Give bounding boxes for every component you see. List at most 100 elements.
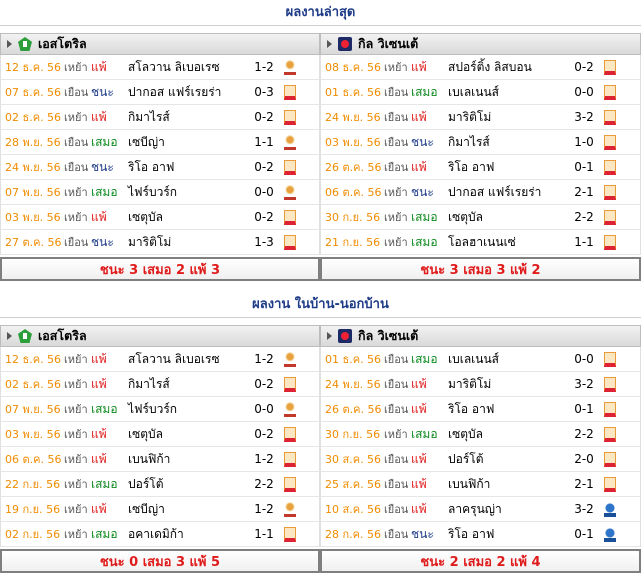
opponent-name[interactable]: สโลวาน ลิเบอเรซ (128, 58, 220, 77)
match-row[interactable]: 07 พ.ย. 56 เหย้า เสมอ ไฟร์บวร์ก 0-0 (0, 180, 320, 205)
match-score[interactable]: 1-0 (569, 135, 599, 149)
match-row[interactable]: 12 ธ.ค. 56 เหย้า แพ้ สโลวาน ลิเบอเรซ 1-2 (0, 55, 320, 80)
opponent-name[interactable]: โอลฮาเนนเซ่ (448, 233, 516, 252)
match-row[interactable]: 06 ต.ค. 56 เหย้า ชนะ ปากอส แฟร์เรยร่า 2-1 (320, 180, 641, 205)
match-row[interactable]: 24 พ.ย. 56 เยือน แพ้ มาริติโม่ 3-2 (320, 105, 641, 130)
opponent-name[interactable]: ริโอ อาฟ (448, 158, 494, 177)
opponent-name[interactable]: ริโอ อาฟ (448, 400, 494, 419)
team-header[interactable]: กิล วิเซนเต้ (320, 325, 641, 347)
match-row[interactable]: 27 ต.ค. 56 เยือน ชนะ มาริติโม่ 1-3 (0, 230, 320, 255)
match-row[interactable]: 21 ก.ย. 56 เหย้า เสมอ โอลฮาเนนเซ่ 1-1 (320, 230, 641, 255)
match-score[interactable]: 0-1 (569, 402, 599, 416)
match-score[interactable]: 2-2 (569, 427, 599, 441)
opponent-name[interactable]: เบนฟิก้า (128, 450, 170, 469)
opponent-name[interactable]: เซตุบัล (448, 425, 483, 444)
match-score[interactable]: 0-1 (569, 527, 599, 541)
opponent-name[interactable]: อคาเดมิก้า (128, 525, 184, 544)
match-row[interactable]: 26 ต.ค. 56 เยือน แพ้ ริโอ อาฟ 0-1 (320, 397, 641, 422)
match-score[interactable]: 0-3 (249, 85, 279, 99)
match-score[interactable]: 1-1 (249, 135, 279, 149)
match-score[interactable]: 2-2 (249, 477, 279, 491)
match-row[interactable]: 07 พ.ย. 56 เหย้า เสมอ ไฟร์บวร์ก 0-0 (0, 397, 320, 422)
opponent-name[interactable]: สปอร์ติ้ง ลิสบอน (448, 58, 532, 77)
opponent-name[interactable]: ปากอส แฟร์เรยร่า (128, 83, 221, 102)
match-row[interactable]: 24 พ.ย. 56 เยือน ชนะ ริโอ อาฟ 0-2 (0, 155, 320, 180)
opponent-name[interactable]: สโลวาน ลิเบอเรซ (128, 350, 220, 369)
match-score[interactable]: 1-2 (249, 502, 279, 516)
opponent-name[interactable]: มาริติโม่ (128, 233, 171, 252)
match-score[interactable]: 0-2 (249, 210, 279, 224)
opponent-name[interactable]: กิมาไรส์ (128, 108, 170, 127)
match-row[interactable]: 30 ส.ค. 56 เยือน แพ้ ปอร์โต้ 2-0 (320, 447, 641, 472)
opponent-name[interactable]: ลาครุนญ่า (448, 500, 502, 519)
match-score[interactable]: 1-2 (249, 60, 279, 74)
match-row[interactable]: 03 พ.ย. 56 เหย้า แพ้ เซตุบัล 0-2 (0, 422, 320, 447)
match-score[interactable]: 3-2 (569, 110, 599, 124)
match-row[interactable]: 24 พ.ย. 56 เยือน แพ้ มาริติโม่ 3-2 (320, 372, 641, 397)
opponent-name[interactable]: เซบีญ่า (128, 500, 165, 519)
opponent-name[interactable]: เบนฟิก้า (448, 475, 490, 494)
match-row[interactable]: 25 ส.ค. 56 เยือน แพ้ เบนฟิก้า 2-1 (320, 472, 641, 497)
match-score[interactable]: 0-0 (249, 402, 279, 416)
match-score[interactable]: 3-2 (569, 502, 599, 516)
opponent-name[interactable]: ปอร์โต้ (128, 475, 164, 494)
opponent-name[interactable]: มาริติโม่ (448, 375, 491, 394)
expand-arrow-icon[interactable] (327, 332, 332, 340)
match-row[interactable]: 28 ก.ค. 56 เยือน ชนะ ริโอ อาฟ 0-1 (320, 522, 641, 547)
match-score[interactable]: 0-0 (569, 352, 599, 366)
match-row[interactable]: 26 ต.ค. 56 เยือน แพ้ ริโอ อาฟ 0-1 (320, 155, 641, 180)
match-score[interactable]: 1-2 (249, 452, 279, 466)
expand-arrow-icon[interactable] (7, 40, 12, 48)
opponent-name[interactable]: เบเลเนนส์ (448, 83, 499, 102)
expand-arrow-icon[interactable] (327, 40, 332, 48)
team-header[interactable]: เอสโตริล (0, 33, 320, 55)
match-row[interactable]: 03 พ.ย. 56 เหย้า แพ้ เซตุบัล 0-2 (0, 205, 320, 230)
match-row[interactable]: 02 ธ.ค. 56 เหย้า แพ้ กิมาไรส์ 0-2 (0, 372, 320, 397)
match-row[interactable]: 22 ก.ย. 56 เหย้า เสมอ ปอร์โต้ 2-2 (0, 472, 320, 497)
match-row[interactable]: 30 ก.ย. 56 เหย้า เสมอ เซตุบัล 2-2 (320, 205, 641, 230)
match-score[interactable]: 0-2 (249, 160, 279, 174)
opponent-name[interactable]: กิมาไรส์ (448, 133, 490, 152)
match-row[interactable]: 12 ธ.ค. 56 เหย้า แพ้ สโลวาน ลิเบอเรซ 1-2 (0, 347, 320, 372)
match-score[interactable]: 0-2 (249, 427, 279, 441)
match-score[interactable]: 0-2 (249, 110, 279, 124)
match-score[interactable]: 0-2 (249, 377, 279, 391)
match-score[interactable]: 2-0 (569, 452, 599, 466)
match-row[interactable]: 03 พ.ย. 56 เยือน ชนะ กิมาไรส์ 1-0 (320, 130, 641, 155)
opponent-name[interactable]: ริโอ อาฟ (448, 525, 494, 544)
match-score[interactable]: 0-2 (569, 60, 599, 74)
opponent-name[interactable]: ปอร์โต้ (448, 450, 484, 469)
match-row[interactable]: 01 ธ.ค. 56 เยือน เสมอ เบเลเนนส์ 0-0 (320, 347, 641, 372)
team-header[interactable]: เอสโตริล (0, 325, 320, 347)
match-score[interactable]: 2-1 (569, 185, 599, 199)
expand-arrow-icon[interactable] (7, 332, 12, 340)
match-score[interactable]: 2-1 (569, 477, 599, 491)
match-row[interactable]: 02 ธ.ค. 56 เหย้า แพ้ กิมาไรส์ 0-2 (0, 105, 320, 130)
opponent-name[interactable]: เซตุบัล (128, 208, 163, 227)
team-header[interactable]: กิล วิเซนเต้ (320, 33, 641, 55)
match-row[interactable]: 07 ธ.ค. 56 เยือน ชนะ ปากอส แฟร์เรยร่า 0-3 (0, 80, 320, 105)
match-score[interactable]: 1-3 (249, 235, 279, 249)
match-row[interactable]: 02 ก.ย. 56 เหย้า เสมอ อคาเดมิก้า 1-1 (0, 522, 320, 547)
match-score[interactable]: 1-1 (249, 527, 279, 541)
match-score[interactable]: 0-0 (249, 185, 279, 199)
match-score[interactable]: 1-1 (569, 235, 599, 249)
opponent-name[interactable]: ปากอส แฟร์เรยร่า (448, 183, 541, 202)
opponent-name[interactable]: เบเลเนนส์ (448, 350, 499, 369)
match-row[interactable]: 06 ต.ค. 56 เหย้า แพ้ เบนฟิก้า 1-2 (0, 447, 320, 472)
match-score[interactable]: 2-2 (569, 210, 599, 224)
match-row[interactable]: 28 พ.ย. 56 เยือน เสมอ เซบีญ่า 1-1 (0, 130, 320, 155)
match-score[interactable]: 0-0 (569, 85, 599, 99)
match-row[interactable]: 30 ก.ย. 56 เหย้า เสมอ เซตุบัล 2-2 (320, 422, 641, 447)
opponent-name[interactable]: เซตุบัล (448, 208, 483, 227)
opponent-name[interactable]: มาริติโม่ (448, 108, 491, 127)
opponent-name[interactable]: เซบีญ่า (128, 133, 165, 152)
match-score[interactable]: 0-1 (569, 160, 599, 174)
match-row[interactable]: 08 ธ.ค. 56 เหย้า แพ้ สปอร์ติ้ง ลิสบอน 0-2 (320, 55, 641, 80)
match-score[interactable]: 3-2 (569, 377, 599, 391)
match-row[interactable]: 01 ธ.ค. 56 เยือน เสมอ เบเลเนนส์ 0-0 (320, 80, 641, 105)
opponent-name[interactable]: ไฟร์บวร์ก (128, 183, 177, 202)
opponent-name[interactable]: ไฟร์บวร์ก (128, 400, 177, 419)
opponent-name[interactable]: เซตุบัล (128, 425, 163, 444)
opponent-name[interactable]: กิมาไรส์ (128, 375, 170, 394)
